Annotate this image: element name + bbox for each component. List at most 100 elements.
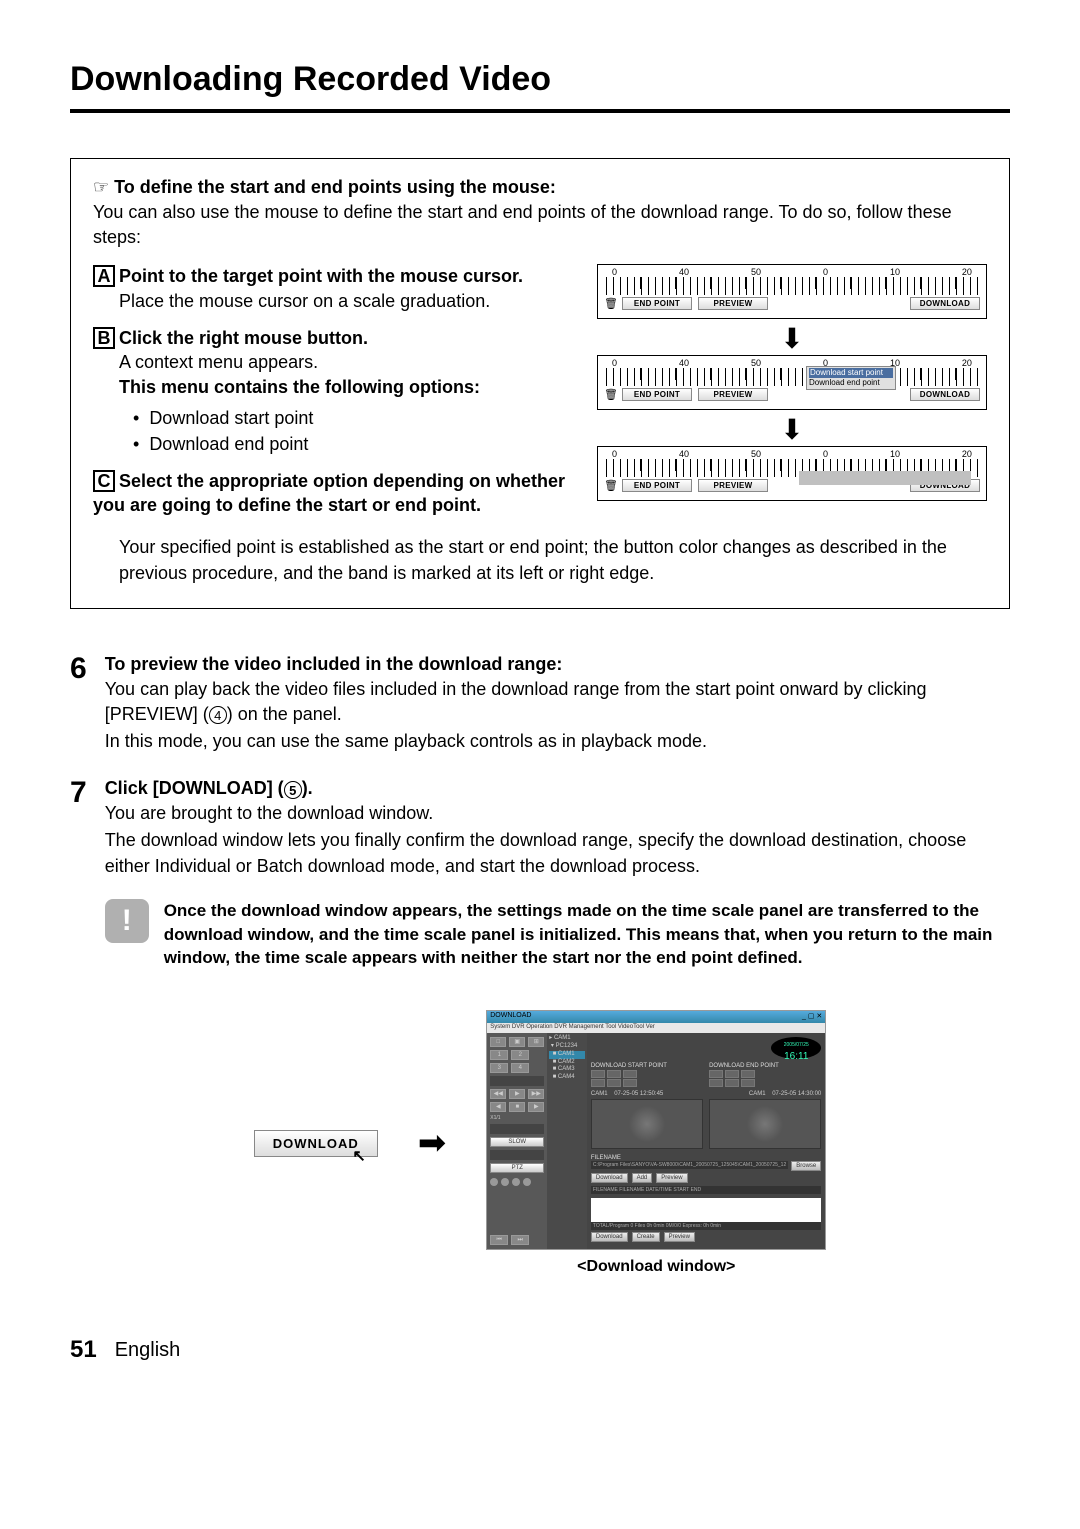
menubar[interactable]: System DVR Operation DVR Management Tool… xyxy=(487,1023,825,1033)
total-bar: TOTAL/Program 0 Files 0h 0min 0M/0/0 Exp… xyxy=(591,1222,821,1230)
scale-num: 10 xyxy=(890,267,900,277)
dl-download-button[interactable]: Download xyxy=(591,1173,628,1183)
end-point-button[interactable]: END POINT xyxy=(622,479,692,492)
scale-num: 20 xyxy=(962,449,972,459)
arrow-down-icon: ⬇ xyxy=(597,416,987,444)
circled-4: 4 xyxy=(209,706,227,724)
pointer-icon xyxy=(93,180,114,197)
page-number: 51 xyxy=(70,1336,97,1364)
trash-icon: 🗑 xyxy=(604,297,616,310)
slow-button[interactable]: SLOW xyxy=(490,1137,544,1147)
titlebar: DOWNLOAD _ ▢ ✕ xyxy=(487,1011,825,1023)
step-b-body: A context menu appears. xyxy=(119,350,577,375)
step-7-p1: You are brought to the download window. xyxy=(105,801,1010,826)
clock: 2005/07/25 16:11 xyxy=(771,1037,821,1059)
illustrations-column: 0 40 50 0 10 20 🗑 END POINT PREVIEW DOWN… xyxy=(597,264,987,529)
step-a-label: A xyxy=(93,265,115,287)
step-7-num: 7 xyxy=(70,778,87,970)
browse-button[interactable]: Browse xyxy=(791,1161,821,1171)
step-c-label: C xyxy=(93,470,115,492)
scale-num: 0 xyxy=(612,449,617,459)
scale-num: 50 xyxy=(751,358,761,368)
file-list[interactable] xyxy=(591,1198,821,1222)
step-6-head: To preview the video included in the dow… xyxy=(105,654,1010,675)
step-c-head: Select the appropriate option depending … xyxy=(93,471,565,515)
scale-num: 20 xyxy=(962,358,972,368)
step-6-p1: You can play back the video files includ… xyxy=(105,677,1010,727)
arrow-right-icon: ➡ xyxy=(418,1123,447,1163)
end-point-button[interactable]: END POINT xyxy=(622,388,692,401)
preview-button[interactable]: PREVIEW xyxy=(698,297,768,310)
download-button[interactable]: DOWNLOAD xyxy=(910,388,980,401)
instruction-box: To define the start and end points using… xyxy=(70,158,1010,609)
dl-download-button2[interactable]: Download xyxy=(591,1232,628,1242)
step-7: 7 Click [DOWNLOAD] (5). You are brought … xyxy=(70,778,1010,970)
download-button[interactable]: DOWNLOAD xyxy=(910,297,980,310)
step-a-head: Point to the target point with the mouse… xyxy=(119,266,523,286)
step-b-head: Click the right mouse button. xyxy=(119,328,368,348)
scale-illustration-3: 0 40 50 0 10 20 🗑 END POINT PREVIEW DOWN… xyxy=(597,446,987,501)
step-6-num: 6 xyxy=(70,654,87,755)
warning-icon: ! xyxy=(105,899,149,943)
divider xyxy=(70,109,1010,113)
camera-tree[interactable]: ▸ CAM1 ▾ PC1234 ■ CAM1 ■ CAM2 ■ CAM3 ■ C… xyxy=(547,1033,587,1249)
step-6: 6 To preview the video included in the d… xyxy=(70,654,1010,755)
step-7-head: Click [DOWNLOAD] (5). xyxy=(105,778,1010,799)
list-header: FILENAME FILENAME DATE/TIME START END xyxy=(591,1186,821,1194)
start-label: DOWNLOAD START POINT xyxy=(591,1063,703,1069)
circled-5: 5 xyxy=(284,781,302,799)
language-label: English xyxy=(115,1339,181,1362)
end-point-button[interactable]: END POINT xyxy=(622,297,692,310)
dl-create-button[interactable]: Create xyxy=(632,1232,660,1242)
step-b-subhead: This menu contains the following options… xyxy=(119,375,577,400)
scale-num: 40 xyxy=(679,267,689,277)
window-controls[interactable]: _ ▢ ✕ xyxy=(802,1012,822,1022)
step-a-body: Place the mouse cursor on a scale gradua… xyxy=(119,289,577,314)
sidebar-x-label: X1/1 xyxy=(490,1115,544,1121)
trash-icon: 🗑 xyxy=(604,388,616,401)
preview-button[interactable]: PREVIEW xyxy=(698,388,768,401)
dl-preview-button2[interactable]: Preview xyxy=(664,1232,695,1242)
box-heading: To define the start and end points using… xyxy=(114,177,556,197)
preview-start xyxy=(591,1099,703,1149)
scale-num: 0 xyxy=(612,267,617,277)
scale-illustration-2: 0 40 50 0 10 20 Download start point Dow… xyxy=(597,355,987,410)
context-menu[interactable]: Download start point Download end point xyxy=(806,366,896,389)
dl-preview-button[interactable]: Preview xyxy=(656,1173,687,1183)
scale-num: 10 xyxy=(890,449,900,459)
warning-text: Once the download window appears, the se… xyxy=(164,899,1010,970)
path-field[interactable]: C:\Program Files\SANYO\VA-SW8000\CAM1_20… xyxy=(591,1161,788,1169)
bottom-figure: DOWNLOAD ↖ ➡ DOWNLOAD _ ▢ ✕ System DVR O… xyxy=(70,1010,1010,1276)
scale-num: 40 xyxy=(679,449,689,459)
menu-item-end[interactable]: Download end point xyxy=(809,378,893,388)
dl-add-button[interactable]: Add xyxy=(632,1173,653,1183)
step-6-p2: In this mode, you can use the same playb… xyxy=(105,729,1010,754)
steps-column: APoint to the target point with the mous… xyxy=(93,264,577,529)
step-c-after: Your specified point is established as t… xyxy=(119,535,987,585)
scale-illustration-1: 0 40 50 0 10 20 🗑 END POINT PREVIEW DOWN… xyxy=(597,264,987,319)
bullet-end: Download end point xyxy=(133,431,577,457)
scale-num: 40 xyxy=(679,358,689,368)
step-b-label: B xyxy=(93,327,115,349)
menu-item-start[interactable]: Download start point xyxy=(809,368,893,378)
scale-num: 0 xyxy=(823,267,828,277)
bullet-start: Download start point xyxy=(133,405,577,431)
page-title: Downloading Recorded Video xyxy=(70,60,1010,99)
scale-num: 0 xyxy=(612,358,617,368)
scale-num: 50 xyxy=(751,267,761,277)
preview-button[interactable]: PREVIEW xyxy=(698,479,768,492)
ptz-button[interactable]: PTZ xyxy=(490,1163,544,1173)
cursor-icon: ↖ xyxy=(352,1146,366,1166)
main-panel: 2005/07/25 16:11 DOWNLOAD START POINT DO… xyxy=(587,1033,825,1249)
end-label: DOWNLOAD END POINT xyxy=(709,1063,821,1069)
arrow-down-icon: ⬇ xyxy=(597,325,987,353)
figure-caption: <Download window> xyxy=(486,1258,826,1276)
options-list: Download start point Download end point xyxy=(133,405,577,457)
trash-icon: 🗑 xyxy=(604,479,616,492)
download-panel-button[interactable]: DOWNLOAD ↖ xyxy=(254,1130,378,1157)
preview-end xyxy=(709,1099,821,1149)
scale-num: 50 xyxy=(751,449,761,459)
step-7-p2: The download window lets you finally con… xyxy=(105,828,1010,878)
scale-num: 0 xyxy=(823,449,828,459)
warning-block: ! Once the download window appears, the … xyxy=(105,899,1010,970)
